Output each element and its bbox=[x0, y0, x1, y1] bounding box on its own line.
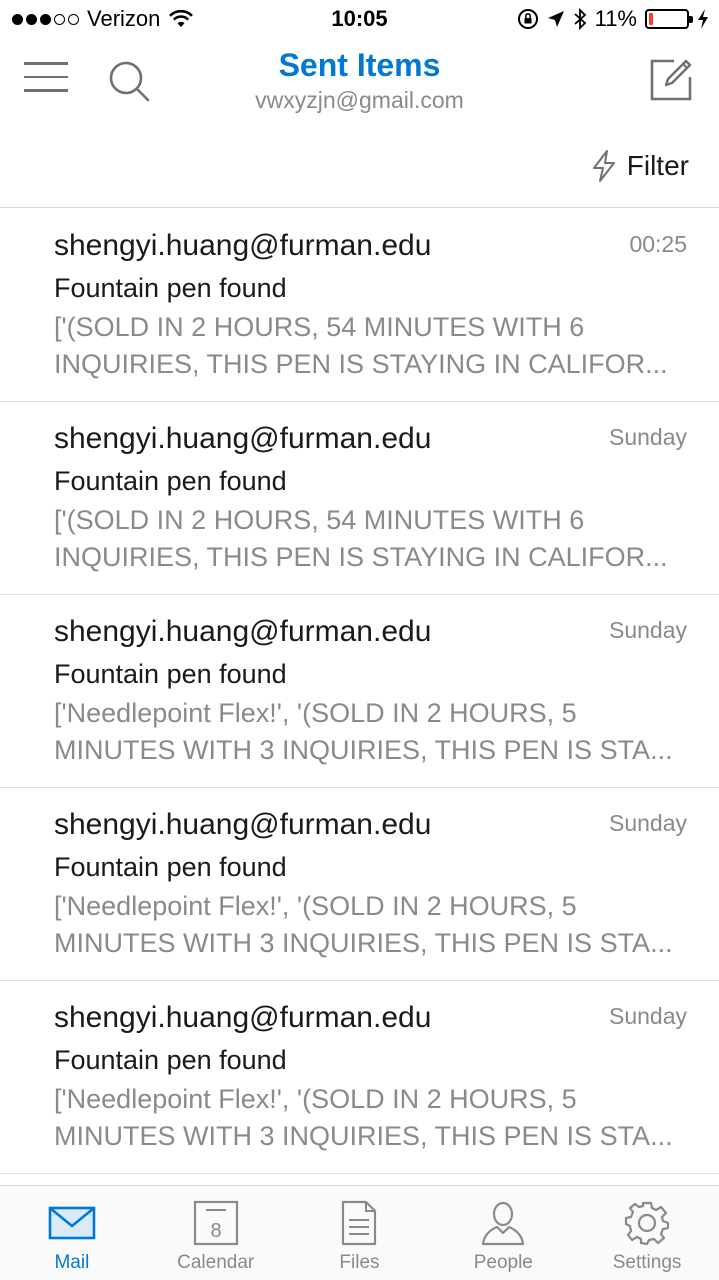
charging-bolt-icon bbox=[698, 9, 708, 29]
message-sender: shengyi.huang@furman.edu bbox=[54, 229, 432, 262]
message-subject: Fountain pen found bbox=[54, 273, 287, 303]
message-preview: ['(SOLD IN 2 HOURS, 54 MINUTES WITH 6 IN… bbox=[54, 502, 689, 576]
message-subject: Fountain pen found bbox=[54, 1045, 287, 1075]
message-item[interactable]: shengyi.huang@furman.edu Sunday Fountain… bbox=[0, 788, 719, 981]
bottom-tab-bar: Mail 8 Calendar Files People Settings bbox=[0, 1185, 719, 1280]
header-bar: Sent Items vwxyzjn@gmail.com bbox=[0, 40, 719, 140]
message-item[interactable]: shengyi.huang@furman.edu 00:25 Fountain … bbox=[0, 209, 719, 402]
message-time: 00:25 bbox=[629, 231, 687, 257]
message-subject: Fountain pen found bbox=[54, 466, 287, 496]
message-preview-line: INQUIRIES, THIS PEN IS STAYING IN CALIFO… bbox=[54, 349, 668, 379]
message-preview-line: INQUIRIES, THIS PEN IS STAYING IN CALIFO… bbox=[54, 542, 668, 572]
message-time: Sunday bbox=[608, 617, 687, 643]
tab-settings[interactable]: Settings bbox=[575, 1186, 719, 1280]
account-email: vwxyzjn@gmail.com bbox=[255, 87, 464, 113]
tab-label: Calendar bbox=[177, 1252, 255, 1273]
message-preview: ['Needlepoint Flex!', '(SOLD IN 2 HOURS,… bbox=[54, 1081, 689, 1155]
status-right: 11% bbox=[517, 6, 709, 32]
message-preview: ['(SOLD IN 2 HOURS, 54 MINUTES WITH 6 IN… bbox=[54, 309, 689, 383]
message-subject: Fountain pen found bbox=[54, 852, 287, 882]
compose-icon[interactable] bbox=[647, 56, 695, 104]
message-preview-line: MINUTES WITH 3 INQUIRIES, THIS PEN IS ST… bbox=[54, 928, 673, 958]
mail-icon bbox=[48, 1206, 96, 1240]
message-preview-line: ['(SOLD IN 2 HOURS, 54 MINUTES WITH 6 bbox=[54, 312, 585, 342]
message-sender: shengyi.huang@furman.edu bbox=[54, 1001, 432, 1034]
filter-row: Filter bbox=[0, 140, 719, 208]
tab-label: Settings bbox=[612, 1252, 682, 1273]
message-sender: shengyi.huang@furman.edu bbox=[54, 422, 432, 455]
location-arrow-icon bbox=[547, 11, 564, 27]
message-preview: ['Needlepoint Flex!', '(SOLD IN 2 HOURS,… bbox=[54, 888, 689, 962]
message-item[interactable]: shengyi.huang@furman.edu Sunday Fountain… bbox=[0, 595, 719, 788]
tab-files[interactable]: Files bbox=[288, 1186, 432, 1280]
filter-button[interactable]: Filter bbox=[591, 146, 689, 186]
lightning-filter-icon bbox=[592, 150, 615, 182]
message-time: Sunday bbox=[608, 1003, 687, 1029]
tab-mail[interactable]: Mail bbox=[0, 1186, 144, 1280]
filter-label: Filter bbox=[626, 150, 689, 181]
message-preview-line: ['Needlepoint Flex!', '(SOLD IN 2 HOURS,… bbox=[54, 1084, 577, 1114]
message-item[interactable]: shengyi.huang@furman.edu Sunday Fountain… bbox=[0, 402, 719, 595]
calendar-icon: 8 bbox=[193, 1200, 238, 1246]
page-title: Sent Items bbox=[278, 47, 441, 83]
mail-app-screen: Verizon 10:05 11% Sent Items vwxyzjn@gma… bbox=[0, 0, 719, 1280]
menu-button[interactable] bbox=[24, 62, 68, 98]
message-time: Sunday bbox=[608, 424, 687, 450]
folder-title-block[interactable]: Sent Items vwxyzjn@gmail.com bbox=[160, 46, 559, 116]
tab-label: Files bbox=[339, 1252, 380, 1273]
message-item[interactable]: shengyi.huang@furman.edu Sunday Fountain… bbox=[0, 981, 719, 1174]
people-icon bbox=[482, 1201, 525, 1246]
tab-label: People bbox=[473, 1252, 533, 1273]
tab-calendar[interactable]: 8 Calendar bbox=[144, 1186, 288, 1280]
rotation-lock-icon bbox=[517, 9, 538, 29]
bluetooth-icon bbox=[573, 8, 586, 30]
message-subject: Fountain pen found bbox=[54, 659, 287, 689]
search-icon[interactable] bbox=[106, 58, 152, 104]
message-preview-line: MINUTES WITH 3 INQUIRIES, THIS PEN IS ST… bbox=[54, 1121, 673, 1151]
settings-icon bbox=[624, 1201, 670, 1246]
message-sender: shengyi.huang@furman.edu bbox=[54, 615, 432, 648]
message-preview-line: MINUTES WITH 3 INQUIRIES, THIS PEN IS ST… bbox=[54, 735, 673, 765]
message-time: Sunday bbox=[608, 810, 687, 836]
status-bar: Verizon 10:05 11% bbox=[0, 0, 719, 40]
tab-people[interactable]: People bbox=[431, 1186, 575, 1280]
battery-percentage: 11% bbox=[594, 6, 637, 31]
message-list: shengyi.huang@furman.edu 00:25 Fountain … bbox=[0, 209, 719, 1174]
message-preview-line: ['(SOLD IN 2 HOURS, 54 MINUTES WITH 6 bbox=[54, 505, 585, 535]
message-preview: ['Needlepoint Flex!', '(SOLD IN 2 HOURS,… bbox=[54, 695, 689, 769]
battery-icon bbox=[645, 9, 693, 29]
battery-level-fill bbox=[649, 13, 653, 25]
message-preview-line: ['Needlepoint Flex!', '(SOLD IN 2 HOURS,… bbox=[54, 891, 577, 921]
files-icon bbox=[342, 1200, 377, 1246]
calendar-day-number: 8 bbox=[210, 1220, 221, 1242]
message-sender: shengyi.huang@furman.edu bbox=[54, 808, 432, 841]
message-preview-line: ['Needlepoint Flex!', '(SOLD IN 2 HOURS,… bbox=[54, 698, 577, 728]
tab-label: Mail bbox=[54, 1252, 90, 1273]
